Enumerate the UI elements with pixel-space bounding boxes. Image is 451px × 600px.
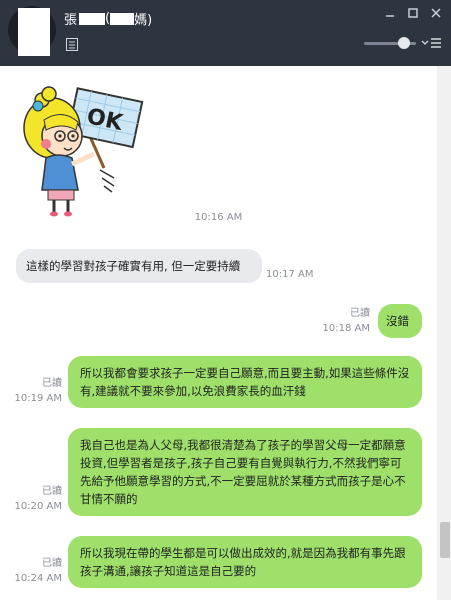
chat-scrollbar[interactable] [437, 66, 451, 600]
outgoing-message[interactable]: 沒錯 [378, 304, 422, 338]
maximize-icon[interactable] [406, 6, 420, 20]
close-icon[interactable] [429, 6, 443, 20]
message-meta: 已讀 10:19 AM [0, 376, 62, 406]
timestamp: 10:18 AM [322, 323, 370, 334]
chat-area[interactable]: OK 10:16 AM 這樣的學習對孩子確實有用, 但一定要持續 10:17 A… [0, 66, 437, 600]
message-meta: 已讀 10:24 AM [0, 556, 62, 586]
contact-name-suffix: 媽) [134, 13, 153, 28]
menu-icon[interactable] [421, 36, 443, 50]
minimize-icon[interactable] [383, 6, 397, 20]
redacted-block [110, 12, 135, 25]
redacted-block [79, 12, 106, 25]
read-receipt: 已讀 [42, 378, 62, 389]
contact-name: 張 ( 媽) [64, 9, 152, 28]
read-receipt: 已讀 [42, 486, 62, 497]
outgoing-message[interactable]: 所以我都會要求孩子一定要自己願意,而且要主動,如果這些條件沒有,建議就不要來參加… [68, 356, 422, 408]
message-meta: 已讀 10:18 AM [300, 306, 370, 336]
incoming-message[interactable]: 這樣的學習對孩子確實有用, 但一定要持續 [16, 249, 262, 283]
timestamp: 10:20 AM [14, 501, 62, 512]
read-receipt: 已讀 [42, 558, 62, 569]
ok-sticker: OK [23, 86, 144, 217]
timestamp: 10:24 AM [14, 573, 62, 584]
zoom-slider-knob[interactable] [398, 37, 410, 49]
message-meta: 已讀 10:20 AM [0, 484, 62, 514]
chat-scrollbar-thumb[interactable] [440, 522, 450, 558]
timestamp: 10:19 AM [14, 393, 62, 404]
timestamp: 10:16 AM [194, 212, 243, 223]
timestamp: 10:17 AM [266, 269, 314, 280]
outgoing-message[interactable]: 所以我現在帶的學生都是可以做出成效的,就是因為我都有事先跟孩子溝通,讓孩子知道這… [68, 536, 422, 588]
note-icon[interactable] [66, 38, 78, 51]
chat-header: 張 ( 媽) [0, 0, 451, 66]
read-receipt: 已讀 [350, 308, 370, 319]
contact-name-prefix: 張 [64, 13, 78, 28]
outgoing-message[interactable]: 我自己也是為人父母,我都很清楚為了孩子的學習父母一定都願意投資,但學習者是孩子,… [68, 428, 422, 516]
avatar[interactable] [18, 8, 50, 56]
